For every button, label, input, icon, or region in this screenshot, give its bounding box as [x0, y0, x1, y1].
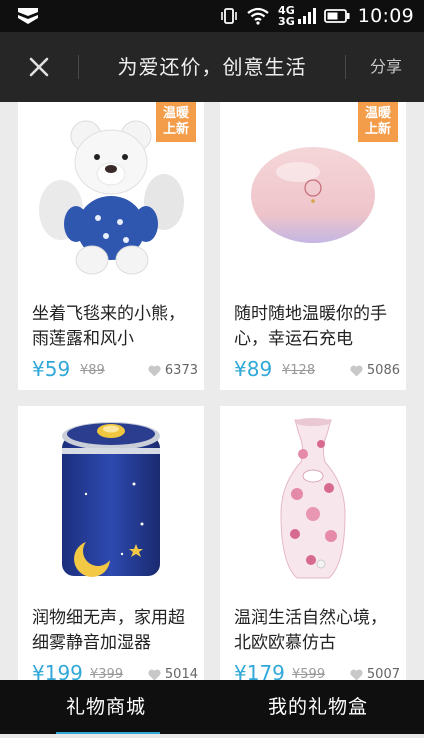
original-price: ¥89 [80, 363, 105, 378]
heart-icon [350, 669, 363, 680]
product-price: ¥199 [32, 661, 83, 680]
product-price: ¥59 [32, 357, 71, 381]
original-price: ¥399 [90, 667, 124, 680]
product-image-humidifier[interactable] [18, 406, 204, 592]
like-count-value: 5014 [164, 667, 198, 680]
heart-icon [350, 365, 363, 376]
product-title[interactable]: 润物细无声，家用超细雾静音加湿器 [32, 606, 192, 656]
heart-icon [148, 365, 161, 376]
share-button[interactable]: 分享 [370, 32, 402, 102]
like-count[interactable]: 5007 [350, 667, 400, 680]
network-type-bottom: 3G [278, 15, 295, 28]
price-row: ¥59 ¥89 6373 [32, 355, 198, 381]
new-warm-badge: 温暖 上新 [156, 102, 196, 142]
badge-line-2: 上新 [162, 122, 189, 137]
bottom-edge [0, 734, 424, 738]
tab-my-gift-box[interactable]: 我的礼物盒 [212, 680, 424, 736]
header-divider-left [78, 55, 79, 79]
title-bar: 为爱还价，创意生活 分享 [0, 32, 424, 102]
like-count[interactable]: 5086 [350, 363, 400, 378]
product-card[interactable]: 润物细无声，家用超细雾静音加湿器 ¥199 ¥399 5014 [18, 406, 204, 680]
heart-icon [148, 669, 161, 680]
product-title[interactable]: 随时随地温暖你的手心，幸运石充电 [234, 302, 394, 352]
product-price: ¥179 [234, 661, 285, 680]
like-count-value: 5007 [366, 667, 400, 680]
close-icon [29, 57, 49, 77]
badge-line-1: 温暖 [162, 106, 189, 121]
original-price: ¥128 [282, 363, 316, 378]
new-warm-badge: 温暖 上新 [358, 102, 398, 142]
floral-vase-humidifier-image [280, 418, 346, 579]
product-title[interactable]: 坐着飞毯来的小熊，雨莲露和风小 [32, 302, 192, 352]
like-count-value: 5086 [366, 363, 400, 378]
status-bar: 4G 3G 10:09 [0, 0, 424, 32]
page-title: 为爱还价，创意生活 [117, 55, 307, 79]
price-row: ¥199 ¥399 5014 [32, 659, 198, 680]
vibrate-icon [221, 8, 237, 24]
battery-icon [323, 9, 350, 23]
like-count-value: 6373 [164, 363, 198, 378]
badge-line-2: 上新 [364, 122, 391, 137]
like-count[interactable]: 5014 [148, 667, 198, 680]
price-row: ¥89 ¥128 5086 [234, 355, 400, 381]
blue-humidifier-image [62, 422, 160, 577]
signal-icon [297, 8, 316, 24]
network-indicator: 4G 3G [278, 5, 316, 27]
product-card[interactable]: 温暖 上新 坐着飞毯来的小熊，雨莲露和风小 ¥59 ¥89 6373 [18, 102, 204, 390]
product-card[interactable]: 温润生活自然心境，北欧欧慕仿古 ¥179 ¥599 5007 [220, 406, 406, 680]
product-title[interactable]: 温润生活自然心境，北欧欧慕仿古 [234, 606, 394, 656]
tab-gift-mall[interactable]: 礼物商城 [0, 680, 212, 736]
close-button[interactable] [22, 50, 56, 84]
pink-stone-warmer-image [251, 147, 375, 243]
notification-shield-icon [18, 8, 38, 24]
product-image-vase[interactable] [220, 406, 406, 592]
product-price: ¥89 [234, 357, 273, 381]
header-divider-right [345, 55, 346, 79]
clock-time: 10:09 [357, 5, 414, 27]
original-price: ¥599 [292, 667, 326, 680]
product-card[interactable]: 温暖 上新 随时随地温暖你的手心，幸运石充电 ¥89 ¥128 5086 [220, 102, 406, 390]
like-count[interactable]: 6373 [148, 363, 198, 378]
product-grid: 温暖 上新 坐着飞毯来的小熊，雨莲露和风小 ¥59 ¥89 6373 温暖 上新… [0, 102, 424, 680]
badge-line-1: 温暖 [364, 106, 391, 121]
price-row: ¥179 ¥599 5007 [234, 659, 400, 680]
wifi-icon [247, 7, 269, 25]
bottom-nav: 礼物商城 我的礼物盒 [0, 680, 424, 738]
